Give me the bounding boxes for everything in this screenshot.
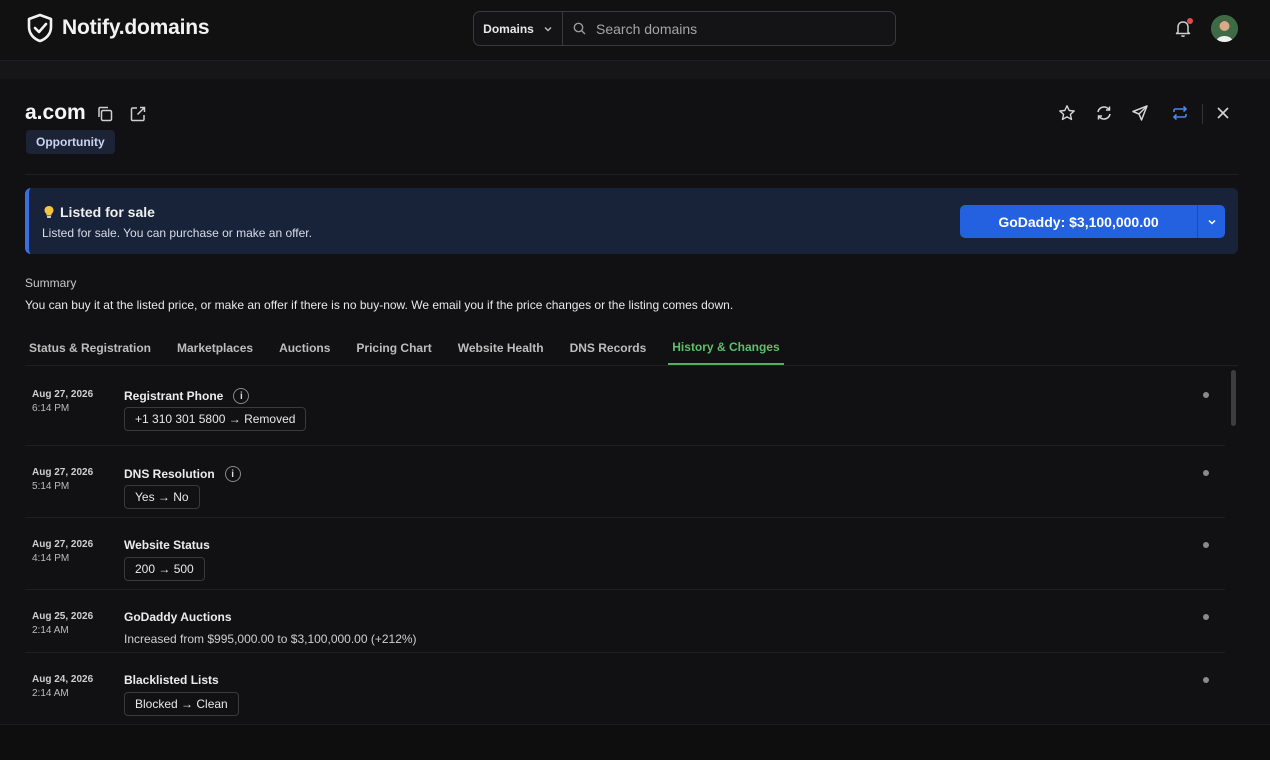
list-item[interactable]: Aug 27, 2026 5:14 PM DNS Resolution i Ye…	[25, 446, 1225, 518]
history-date-time: 5:14 PM	[32, 481, 70, 492]
search-icon	[573, 22, 586, 35]
info-icon[interactable]: i	[233, 388, 250, 404]
alert-title-text: Listed for sale	[60, 204, 155, 220]
history-date: Aug 27, 2026 4:14 PM	[32, 538, 93, 566]
history-date: Aug 27, 2026 6:14 PM	[32, 388, 93, 416]
status-badge: Opportunity	[26, 130, 115, 154]
user-avatar-icon	[1211, 15, 1238, 42]
tab-pricing-chart[interactable]: Pricing Chart	[352, 330, 435, 365]
tabs-divider	[25, 365, 1238, 366]
history-title: Website Status	[124, 538, 210, 552]
history-date-day: Aug 27, 2026	[32, 539, 94, 550]
alert-title: Listed for sale	[43, 204, 155, 220]
list-item[interactable]: Aug 27, 2026 6:14 PM Registrant Phone i …	[25, 368, 1225, 446]
domain-name: a.com	[25, 101, 86, 124]
top-bar: Notify.domains Domains	[0, 0, 1270, 60]
history-date-day: Aug 27, 2026	[32, 467, 94, 478]
change-chip: 200 → 500	[124, 557, 205, 581]
buy-options-dropdown[interactable]	[1198, 205, 1225, 238]
list-item[interactable]: Aug 25, 2026 2:14 AM GoDaddy Auctions In…	[25, 590, 1225, 653]
notifications-button[interactable]	[1174, 18, 1193, 38]
change-chip: Yes → No	[124, 485, 200, 509]
header-band	[0, 60, 1270, 79]
scrollbar-thumb[interactable]	[1231, 370, 1236, 426]
change-chip: +1 310 301 5800 → Removed	[124, 407, 307, 431]
history-title-text: GoDaddy Auctions	[124, 610, 232, 624]
tab-marketplaces[interactable]: Marketplaces	[173, 330, 257, 365]
history-date-time: 6:14 PM	[32, 403, 70, 414]
repeat-icon[interactable]	[1171, 104, 1189, 122]
history-date-day: Aug 24, 2026	[32, 674, 94, 685]
history-date-time: 2:14 AM	[32, 625, 69, 636]
footer-strip	[0, 724, 1270, 760]
list-item[interactable]: Aug 24, 2026 2:14 AM Blacklisted Lists B…	[25, 653, 1225, 720]
star-icon[interactable]	[1058, 104, 1076, 122]
buy-godaddy-button[interactable]: GoDaddy: $3,100,000.00	[960, 205, 1198, 238]
avatar[interactable]	[1211, 15, 1238, 42]
info-icon[interactable]: i	[224, 466, 241, 482]
copy-icon[interactable]	[96, 105, 114, 123]
lightbulb-icon	[44, 206, 54, 218]
history-date-day: Aug 25, 2026	[32, 611, 94, 622]
summary-label: Summary	[25, 276, 77, 290]
change-chip: Blocked → Clean	[124, 692, 239, 716]
list-item[interactable]: Aug 27, 2026 4:14 PM Website Status 200 …	[25, 518, 1225, 590]
history-date: Aug 24, 2026 2:14 AM	[32, 673, 93, 701]
history-date: Aug 25, 2026 2:14 AM	[32, 610, 93, 638]
history-title-text: DNS Resolution	[124, 467, 215, 481]
tab-status-registration[interactable]: Status & Registration	[25, 330, 155, 365]
close-icon[interactable]	[1214, 104, 1232, 122]
app-name: Notify.domains	[62, 16, 210, 39]
logo[interactable]: Notify.domains	[26, 13, 210, 43]
section-divider	[25, 174, 1238, 175]
buy-button-group: GoDaddy: $3,100,000.00	[960, 205, 1225, 238]
external-link-icon[interactable]	[129, 105, 147, 123]
history-date-time: 4:14 PM	[32, 553, 70, 564]
chevron-down-icon	[544, 26, 552, 31]
history-title: Registrant Phone i	[124, 388, 250, 404]
history-title: DNS Resolution i	[124, 466, 241, 482]
history-title: Blacklisted Lists	[124, 673, 219, 687]
notification-dot	[1187, 18, 1193, 24]
history-title: GoDaddy Auctions	[124, 610, 232, 624]
history-title-text: Website Status	[124, 538, 210, 552]
status-dot	[1203, 392, 1209, 398]
tab-dns-records[interactable]: DNS Records	[566, 330, 651, 365]
tab-website-health[interactable]: Website Health	[454, 330, 548, 365]
send-icon[interactable]	[1131, 104, 1149, 122]
history-list: Aug 27, 2026 6:14 PM Registrant Phone i …	[25, 368, 1225, 720]
history-date-day: Aug 27, 2026	[32, 389, 94, 400]
status-dot	[1203, 677, 1209, 683]
shield-check-icon	[27, 13, 53, 43]
status-dot	[1203, 614, 1209, 620]
tab-history-changes[interactable]: History & Changes	[668, 330, 784, 365]
toolbar-divider	[1202, 104, 1203, 124]
search-scope-label: Domains	[483, 21, 534, 36]
tab-auctions[interactable]: Auctions	[275, 330, 334, 365]
history-title-text: Registrant Phone	[124, 389, 224, 403]
search-scope-dropdown[interactable]: Domains	[474, 12, 563, 45]
summary-text: You can buy it at the listed price, or m…	[25, 298, 734, 312]
status-dot	[1203, 542, 1209, 548]
search-input[interactable]	[596, 20, 876, 37]
refresh-icon[interactable]	[1095, 104, 1113, 122]
chevron-down-icon	[1207, 219, 1216, 225]
search-bar: Domains	[473, 11, 896, 46]
alert-description: Listed for sale. You can purchase or mak…	[42, 226, 312, 240]
history-date: Aug 27, 2026 5:14 PM	[32, 466, 93, 494]
history-description: Increased from $995,000.00 to $3,100,000…	[124, 632, 417, 646]
history-title-text: Blacklisted Lists	[124, 673, 219, 687]
status-dot	[1203, 470, 1209, 476]
tab-bar: Status & Registration Marketplaces Aucti…	[25, 330, 802, 365]
history-date-time: 2:14 AM	[32, 688, 69, 699]
